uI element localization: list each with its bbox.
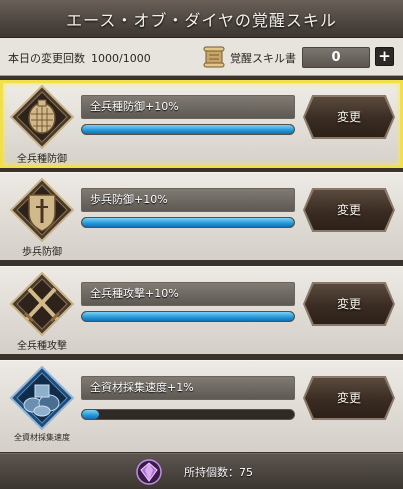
- emblem-label: 歩兵防御: [22, 247, 62, 258]
- scroll-book-icon: [203, 46, 225, 68]
- emblem-label: 全兵種攻撃: [17, 341, 67, 352]
- change-button[interactable]: 変更: [305, 97, 393, 137]
- change-count-label: 本日の変更回数: [8, 52, 85, 65]
- add-skill-book-button[interactable]: +: [375, 47, 394, 66]
- crossed-swords-icon: [9, 271, 75, 337]
- skill-name: 全兵種防御+10%: [81, 95, 295, 119]
- change-count-value: 1000/1000: [91, 52, 151, 65]
- skill-row-3[interactable]: 全兵種攻撃 全兵種攻撃+10% 変更: [0, 266, 403, 354]
- skill-row-4[interactable]: 全資材採集速度 全資材採集速度+1% 変更: [0, 360, 403, 452]
- emblem-label: 全兵種防御: [17, 154, 67, 165]
- resources-icon: [9, 365, 75, 431]
- change-button[interactable]: 変更: [305, 378, 393, 418]
- change-button[interactable]: 変更: [305, 190, 393, 230]
- awakening-skill-panel: エース・オブ・ダイヤの覚醒スキル 本日の変更回数 1000/1000 覚醒スキル書…: [0, 0, 403, 489]
- info-bar: 本日の変更回数 1000/1000 覚醒スキル書 0 +: [0, 38, 403, 76]
- skill-progress-bar: [81, 217, 295, 228]
- skill-progress-bar: [81, 311, 295, 322]
- skill-progress-fill: [82, 410, 99, 419]
- skill-row-2[interactable]: 歩兵防御 歩兵防御+10% 変更: [0, 172, 403, 260]
- skill-row-1[interactable]: 全兵種防御 全兵種防御+10% 変更: [0, 80, 403, 168]
- skill-progress-fill: [82, 125, 294, 134]
- skill-progress-fill: [82, 218, 294, 227]
- skill-book-count: 0: [302, 47, 370, 68]
- skill-name: 全資材採集速度+1%: [81, 376, 295, 400]
- skill-progress-fill: [82, 312, 294, 321]
- skill-progress-bar: [81, 409, 295, 420]
- emblem-label: 全資材採集速度: [14, 433, 70, 442]
- change-count: 本日の変更回数 1000/1000: [8, 50, 151, 66]
- skill-book-label: 覚醒スキル書: [230, 52, 296, 65]
- skill-name: 全兵種攻撃+10%: [81, 282, 295, 306]
- skill-name: 歩兵防御+10%: [81, 188, 295, 212]
- panel-title: エース・オブ・ダイヤの覚醒スキル: [0, 0, 403, 38]
- skill-progress-bar: [81, 124, 295, 135]
- owned-count: 所持個数：75: [184, 466, 253, 479]
- sword-shield-icon: [9, 177, 75, 243]
- footer-bar: 所持個数：75: [0, 453, 403, 489]
- change-button[interactable]: 変更: [305, 284, 393, 324]
- purple-gem-icon: [136, 459, 162, 485]
- shield-icon: [9, 84, 75, 150]
